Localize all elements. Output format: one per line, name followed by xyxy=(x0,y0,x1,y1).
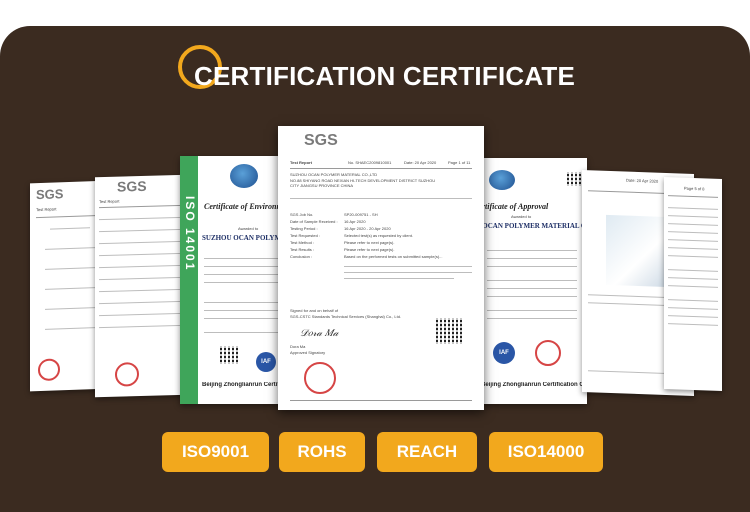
issuer-name: Beijing Zhonglianrun Certification Cente… xyxy=(202,382,286,388)
field-value: SP20-009751 - SH xyxy=(344,212,378,217)
signer-organization: SGS-CSTC Standards Technical Services (S… xyxy=(290,314,402,319)
sample-photo xyxy=(606,214,666,287)
iso14001-certificate: ISO 14001 Certificate of Environment Man… xyxy=(180,156,288,404)
company-address: NO.88 SHIYANG ROAD NEXIAN HI-TECH DEVELO… xyxy=(290,178,436,188)
badge-reach: REACH xyxy=(377,432,477,472)
red-stamp xyxy=(535,340,561,366)
iaf-logo: IAF xyxy=(493,342,515,364)
awarded-to: Awarded to xyxy=(511,214,532,219)
field-label: Testing Period : xyxy=(290,226,318,231)
sgs-logo: SGS xyxy=(304,132,338,149)
red-stamp xyxy=(115,362,139,387)
signature: 𝒟𝑜𝓇𝒶 𝑀𝒶 xyxy=(300,328,339,339)
report-page: Page 1 of 11 xyxy=(448,160,471,165)
field-label: Test Results : xyxy=(290,247,315,252)
field-label: Test Requested : xyxy=(290,233,321,238)
field-value: Selected test(s) as requested by client. xyxy=(344,233,413,238)
globe-emblem xyxy=(489,170,515,190)
globe-emblem xyxy=(230,164,258,188)
red-stamp xyxy=(304,362,336,394)
field-value: Based on the performed tests on submitte… xyxy=(344,254,443,259)
sgs-test-report-main: SGS Test Report No. SHAEC2009810001 Date… xyxy=(278,126,484,410)
qr-code xyxy=(567,172,581,186)
red-stamp xyxy=(38,358,60,382)
iso14001-band: ISO 14001 xyxy=(180,156,198,404)
report-page: Page 5 of 8 xyxy=(684,185,705,192)
field-value: Please refer to next page(s). xyxy=(344,240,395,245)
field-value: Please refer to next page(s). xyxy=(344,247,395,252)
sgs-logo: SGS xyxy=(36,186,64,203)
iso9001-certificate: Certificate of Approval Awarded to SUZHO… xyxy=(481,158,587,404)
field-label: SGS Job No. xyxy=(290,212,314,217)
certificate-doc-far-right: Page 5 of 8 xyxy=(664,176,722,392)
qr-code xyxy=(220,346,238,364)
badge-iso9001: ISO9001 xyxy=(162,432,269,472)
issuer-name: Beijing Zhonglianrun Certification Cente… xyxy=(481,382,585,388)
company-name: SUZHOU OCAN POLYMER MATERIAL CO., LTD. xyxy=(481,222,587,230)
iaf-logo: IAF xyxy=(256,352,276,372)
awarded-to: Awarded to xyxy=(238,226,259,231)
field-value: 16 Apr 2020 xyxy=(344,219,366,224)
field-label: Date of Sample Received : xyxy=(290,219,338,224)
report-date: Date: 20 Apr 2020 xyxy=(404,160,437,165)
certificate-title: Certificate of Approval xyxy=(481,202,549,211)
certificate-doc-left: SGS Test Report xyxy=(95,174,187,398)
signer-name: Dora Ma xyxy=(290,344,306,349)
doc-header: Test Report xyxy=(99,198,120,205)
sgs-logo: SGS xyxy=(117,177,147,195)
certificate-title: Certificate of Environment Management xyxy=(204,202,286,211)
signer-title: Approved Signatory xyxy=(290,350,326,355)
company-name: SUZHOU OCAN POLYMER MATERIAL CO.,LTD xyxy=(290,172,378,177)
field-label: Conclusion : xyxy=(290,254,313,259)
page-title: CERTIFICATION CERTIFICATE xyxy=(194,61,576,91)
signed-for: Signed for and on behalf of xyxy=(290,308,339,313)
report-number: No. SHAEC2009810001 xyxy=(348,160,392,165)
badge-iso14000: ISO14000 xyxy=(489,432,603,472)
field-label: Test Method : xyxy=(290,240,315,245)
company-name: SUZHOU OCAN POLYMER MATERIAL CO., LTD. xyxy=(202,234,286,242)
report-date: Date: 20 Apr 2020 xyxy=(626,177,659,184)
badge-rohs: ROHS xyxy=(279,432,365,472)
qr-code xyxy=(436,318,462,344)
field-value: 16 Apr 2020 - 20 Apr 2020 xyxy=(344,226,391,231)
doc-header: Test Report xyxy=(290,160,312,165)
doc-header: Test Report xyxy=(36,206,57,213)
